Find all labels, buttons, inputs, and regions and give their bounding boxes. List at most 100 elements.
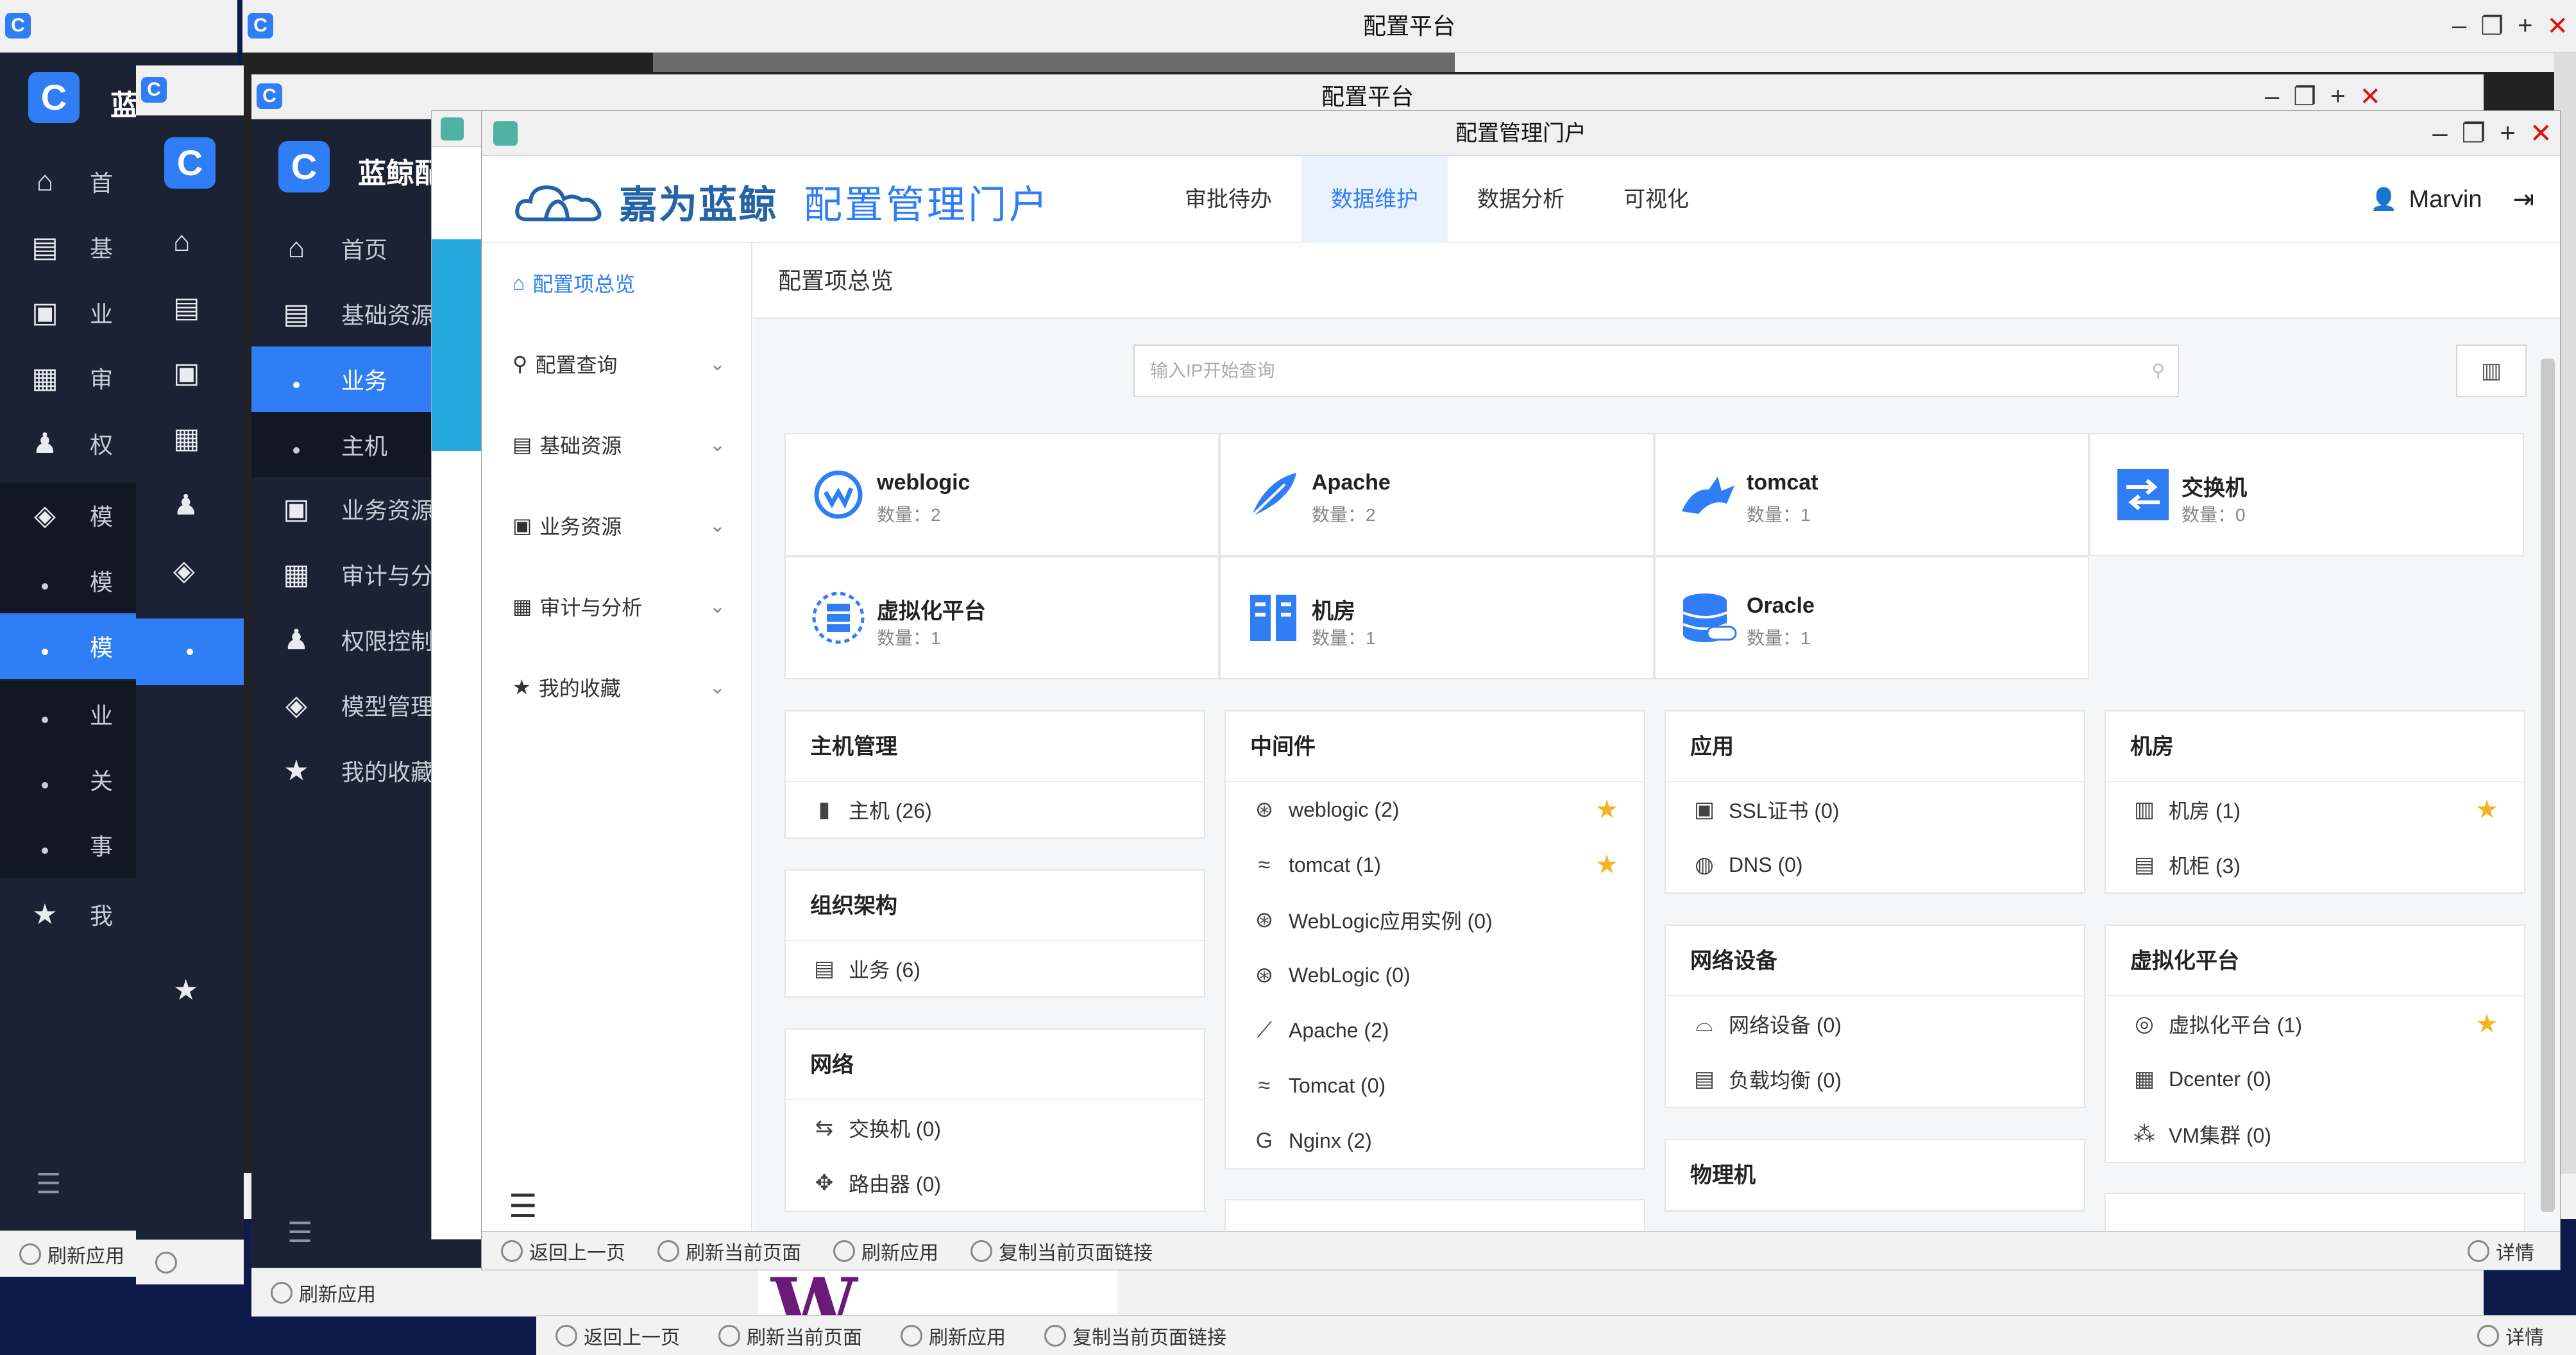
details-button[interactable]: 详情 [2477, 1322, 2544, 1350]
user-lock-icon[interactable]: ♟ [173, 489, 198, 522]
card-datacenter[interactable]: 机房 数量：1 [1219, 556, 1654, 679]
list-item[interactable]: ≈ tomcat (1) ★ [1226, 837, 1644, 892]
minimize-icon[interactable]: – [2265, 82, 2279, 112]
breadcrumb: 配置项总览 [754, 243, 2560, 319]
refresh-app-button[interactable]: 刷新应用 [271, 1279, 376, 1307]
maximize-icon[interactable]: + [2518, 12, 2532, 41]
main-window-title: 配置管理门户 [1455, 121, 1586, 146]
nav-visualization[interactable]: 可视化 [1594, 156, 1718, 243]
collapse-menu-icon[interactable]: ☰ [509, 1188, 538, 1225]
refresh-app-button[interactable]: 刷新应用 [901, 1322, 1006, 1350]
list-item[interactable]: ⌓ 网络设备 (0) [1666, 996, 2084, 1052]
minimize-icon[interactable]: – [2452, 12, 2466, 41]
cube-icon[interactable]: ◈ [173, 554, 195, 587]
restore-icon[interactable]: ❐ [2480, 12, 2504, 41]
sidebar-item-overview[interactable]: ⌂ 配置项总览 [513, 264, 725, 302]
card-apache[interactable]: Apache 数量：2 [1219, 433, 1654, 556]
star-icon[interactable]: ★ [1595, 795, 1618, 824]
sidebar-item-audit[interactable]: ▦ 审计与分析 ⌄ [513, 587, 725, 626]
refresh-page-button[interactable]: 刷新当前页面 [657, 1237, 801, 1265]
refresh-app-button[interactable]: 刷新应用 [833, 1237, 938, 1265]
star-icon[interactable]: ★ [2475, 795, 2498, 824]
close-icon[interactable]: ✕ [2530, 117, 2552, 149]
menu-business[interactable]: 业务 [251, 346, 444, 412]
load-balancer-icon: ▤ [1693, 1067, 1715, 1091]
sidebar-item-query[interactable]: ⚲ 配置查询 ⌄ [513, 345, 725, 383]
list-item[interactable]: ▣ SSL证书 (0) [1666, 782, 2084, 837]
restore-icon[interactable]: ❐ [2462, 117, 2486, 149]
list-item[interactable]: ◎ 虚拟化平台 (1) ★ [2106, 996, 2524, 1052]
refresh-page-icon [657, 1240, 679, 1262]
list-item[interactable]: ⊛ weblogic (2) ★ [1226, 782, 1644, 837]
list-item[interactable]: ✥ 路由器 (0) [786, 1155, 1204, 1211]
card-count: 数量：1 [1747, 505, 1811, 525]
menu-biz-resource[interactable]: ▣ 业务资源 [251, 476, 444, 541]
minimize-icon[interactable]: – [2432, 117, 2447, 149]
list-item[interactable]: ▤ 业务 (6) [786, 941, 1204, 996]
menu-model[interactable]: ◈ 模型管理 [251, 672, 444, 738]
list-item[interactable]: ▮ 主机 (26) [786, 782, 1204, 837]
audit-icon[interactable]: ▦ [173, 422, 200, 455]
card-tomcat[interactable]: tomcat 数量：1 [1654, 433, 2089, 556]
menu-favorites[interactable]: ★ 我的收藏 [251, 738, 444, 803]
brand[interactable]: 嘉为蓝鲸 配置管理门户 [513, 173, 1050, 230]
maximize-icon[interactable]: + [2500, 117, 2516, 149]
search-icon[interactable]: ⚲ [2151, 346, 2165, 396]
active-menu-dot[interactable] [136, 618, 244, 685]
ip-search-input[interactable]: 输入IP开始查询 ⚲ [1133, 345, 2179, 397]
star-icon[interactable]: ★ [2475, 1009, 2498, 1039]
chevron-down-icon: ⌄ [709, 353, 725, 375]
server-icon[interactable]: ▤ [173, 291, 200, 324]
list-item[interactable]: ◍ DNS (0) [1666, 837, 2084, 892]
list-item[interactable]: ⊛ WebLogic (0) [1226, 948, 1644, 1003]
menu-host[interactable]: 主机 [251, 412, 444, 477]
back-button[interactable]: 返回上一页 [555, 1322, 680, 1350]
menu-base[interactable]: ▤ 基础资源 [251, 281, 444, 346]
star-icon[interactable]: ★ [1595, 850, 1618, 880]
sidebar-item-favorites[interactable]: ★ 我的收藏 ⌄ [513, 668, 725, 706]
list-item[interactable]: ▦ Dcenter (0) [2106, 1052, 2524, 1107]
user-menu[interactable]: 👤 Marvin ⇥ [2370, 156, 2534, 243]
briefcase-icon[interactable]: ▣ [173, 357, 200, 389]
vertical-scrollbar[interactable] [2541, 359, 2555, 1212]
sidebar-item-base-resources[interactable]: ▤ 基础资源 ⌄ [513, 425, 725, 464]
card-weblogic[interactable]: weblogic 数量：2 [784, 433, 1219, 556]
menu-audit[interactable]: ▦ 审计与分 [251, 541, 444, 607]
refresh-app-button[interactable]: 刷新应用 [19, 1240, 124, 1268]
sidebar-item-biz-resources[interactable]: ▣ 业务资源 ⌄ [513, 506, 725, 545]
back-button[interactable]: 返回上一页 [501, 1237, 625, 1265]
chart-toggle-button[interactable]: ▥ [2456, 345, 2527, 397]
card-virtualization[interactable]: 虚拟化平台 数量：1 [784, 556, 1219, 679]
nav-approval[interactable]: 审批待办 [1155, 156, 1301, 243]
list-item[interactable]: G Nginx (2) [1226, 1113, 1644, 1168]
list-item[interactable]: ⁂ VM集群 (0) [2106, 1107, 2524, 1162]
list-item[interactable]: ≈ Tomcat (0) [1226, 1058, 1644, 1113]
menu-home[interactable]: ⌂ 首页 [251, 216, 444, 281]
card-oracle[interactable]: Oracle 数量：1 [1654, 556, 2089, 679]
list-item[interactable]: ⊛ WebLogic应用实例 (0) [1226, 892, 1644, 948]
list-item[interactable]: ▤ 负载均衡 (0) [1666, 1052, 2084, 1107]
maximize-icon[interactable]: + [2330, 82, 2345, 112]
star-icon[interactable]: ★ [173, 974, 198, 1007]
list-item[interactable]: ⇆ 交换机 (0) [786, 1100, 1204, 1155]
collapse-menu-icon[interactable]: ☰ [36, 1168, 61, 1200]
restore-icon[interactable]: ❐ [2293, 82, 2316, 112]
close-icon[interactable]: ✕ [2546, 12, 2568, 41]
list-item[interactable]: ▤ 机柜 (3) [2106, 837, 2524, 892]
menu-permission[interactable]: ♟ 权限控制 [251, 607, 444, 672]
details-button[interactable]: 详情 [2468, 1237, 2534, 1265]
refresh-page-button[interactable]: 刷新当前页面 [718, 1322, 862, 1350]
copy-link-button[interactable]: 复制当前页面链接 [1044, 1322, 1226, 1350]
list-item[interactable]: ▥ 机房 (1) ★ [2106, 782, 2524, 837]
collapse-menu-icon[interactable]: ☰ [287, 1216, 312, 1249]
nav-data-maintenance[interactable]: 数据维护 [1301, 156, 1448, 243]
card-switch[interactable]: 交换机 数量：0 [2089, 433, 2524, 556]
logout-icon[interactable]: ⇥ [2512, 185, 2534, 214]
card-name: tomcat [1747, 470, 1818, 495]
nav-data-analysis[interactable]: 数据分析 [1448, 156, 1594, 243]
close-icon[interactable]: ✕ [2359, 82, 2381, 112]
list-item[interactable]: ⟋ Apache (2) [1226, 1003, 1644, 1058]
refresh-app-button[interactable] [155, 1251, 177, 1274]
home-icon[interactable]: ⌂ [173, 226, 191, 258]
copy-link-button[interactable]: 复制当前页面链接 [970, 1237, 1153, 1265]
